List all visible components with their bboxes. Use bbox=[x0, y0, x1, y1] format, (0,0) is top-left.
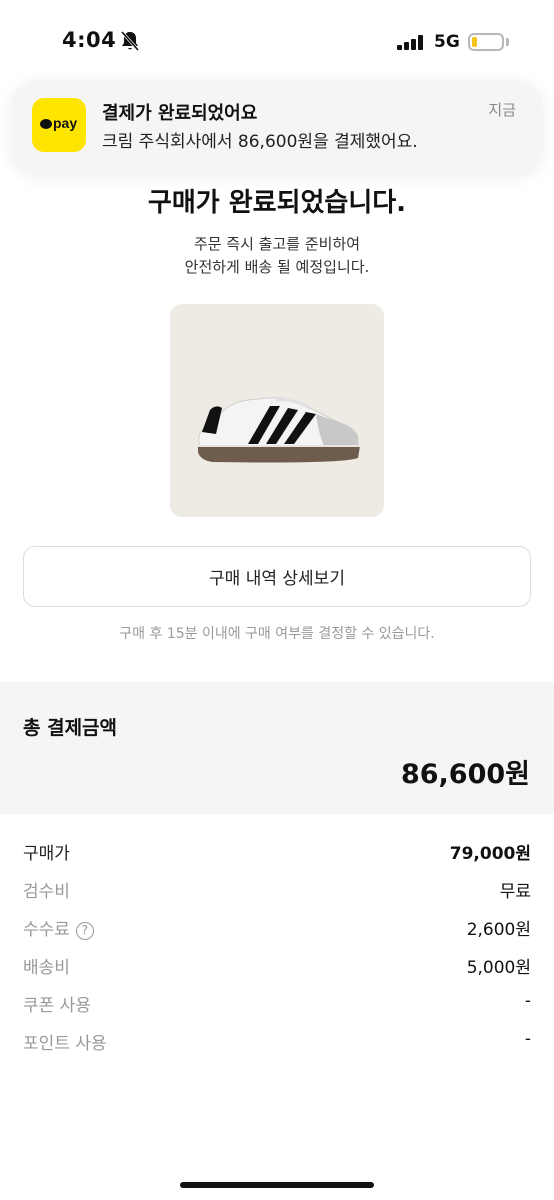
breakdown-value: - bbox=[524, 991, 531, 1011]
breakdown-label: 구매가 bbox=[23, 844, 70, 864]
breakdown-value: 무료 bbox=[499, 882, 531, 902]
sneaker-image bbox=[198, 397, 360, 463]
notification-title: 결제가 완료되었어요 bbox=[102, 103, 258, 124]
help-icon[interactable]: ? bbox=[75, 922, 94, 940]
battery-icon bbox=[468, 33, 504, 51]
chat-bubble-icon bbox=[40, 119, 52, 129]
breakdown-row-purchase-price: 구매가 79,000원 bbox=[23, 839, 531, 865]
pay-icon-text: pay bbox=[53, 115, 78, 131]
subtext-line-1: 주문 즉시 출고를 준비하여 bbox=[193, 235, 361, 253]
breakdown-row-coupon: 쿠폰 사용 - bbox=[23, 991, 531, 1017]
total-payment-section: 총 결제금액 86,600원 bbox=[0, 682, 554, 814]
breakdown-label: 배송비 bbox=[23, 958, 70, 978]
battery-tip bbox=[506, 38, 509, 46]
bell-muted-icon bbox=[120, 31, 140, 51]
breakdown-row-commission: 수수료? 2,600원 bbox=[23, 915, 531, 941]
subtext-line-2: 안전하게 배송 될 예정입니다. bbox=[184, 258, 370, 276]
product-image-card[interactable] bbox=[170, 304, 384, 517]
home-indicator[interactable] bbox=[180, 1182, 374, 1188]
breakdown-label-wrap: 수수료? bbox=[23, 915, 94, 940]
purchase-detail-button[interactable]: 구매 내역 상세보기 bbox=[23, 546, 531, 607]
breakdown-value: 5,000원 bbox=[466, 958, 531, 978]
breakdown-row-inspection-fee: 검수비 무료 bbox=[23, 877, 531, 903]
breakdown-row-shipping-fee: 배송비 5,000원 bbox=[23, 953, 531, 979]
notification-body: 크림 주식회사에서 86,600원을 결제했어요. bbox=[102, 132, 418, 152]
payment-notification[interactable]: pay 결제가 완료되었어요 크림 주식회사에서 86,600원을 결제했어요.… bbox=[12, 80, 542, 172]
status-time: 4:04 bbox=[62, 28, 117, 52]
breakdown-value: 2,600원 bbox=[466, 920, 531, 940]
breakdown-value: - bbox=[524, 1029, 531, 1049]
breakdown-label: 쿠폰 사용 bbox=[23, 996, 91, 1016]
page-title: 구매가 완료되었습니다. bbox=[147, 188, 407, 218]
network-type: 5G bbox=[434, 32, 460, 52]
cellular-signal-icon bbox=[397, 35, 425, 50]
breakdown-value: 79,000원 bbox=[449, 844, 531, 864]
kakaopay-app-icon: pay bbox=[32, 98, 86, 152]
decision-notice: 구매 후 15분 이내에 구매 여부를 결정할 수 있습니다. bbox=[119, 626, 435, 642]
breakdown-label: 검수비 bbox=[23, 882, 70, 902]
notification-time: 지금 bbox=[488, 101, 516, 119]
breakdown-label: 수수료 bbox=[23, 920, 70, 940]
breakdown-row-points: 포인트 사용 - bbox=[23, 1029, 531, 1055]
breakdown-label: 포인트 사용 bbox=[23, 1034, 107, 1054]
total-label: 총 결제금액 bbox=[23, 717, 118, 739]
status-bar: 4:04 5G bbox=[0, 0, 554, 82]
total-amount: 86,600원 bbox=[400, 759, 530, 790]
